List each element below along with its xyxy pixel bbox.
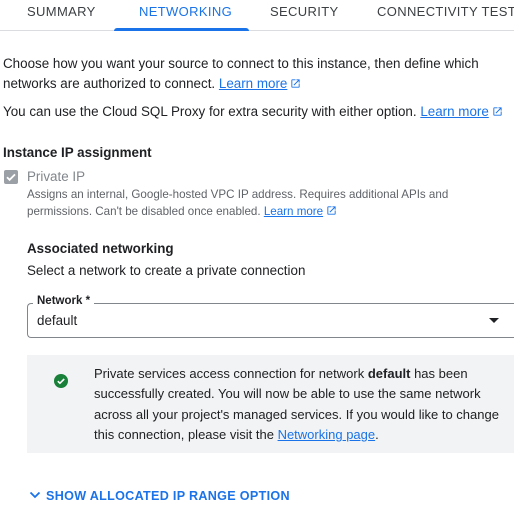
open-in-new-icon xyxy=(290,78,301,89)
associated-networking-title: Associated networking xyxy=(27,241,174,256)
network-select[interactable] xyxy=(27,303,514,338)
private-ip-help: Assigns an internal, Google-hosted VPC I… xyxy=(27,186,497,220)
network-field-label: Network * xyxy=(33,295,95,307)
ip-assignment-title: Instance IP assignment xyxy=(3,145,152,160)
tab-summary[interactable]: SUMMARY xyxy=(27,4,96,19)
proxy-text-body: You can use the Cloud SQL Proxy for extr… xyxy=(3,104,417,119)
notice-network-name: default xyxy=(367,366,411,381)
proxy-learn-more-link[interactable]: Learn more xyxy=(420,104,488,119)
tab-security[interactable]: SECURITY xyxy=(270,4,339,19)
show-allocated-ip-range-label: SHOW ALLOCATED IP RANGE OPTION xyxy=(46,489,290,503)
intro-text: Choose how you want your source to conne… xyxy=(3,54,483,94)
proxy-text: You can use the Cloud SQL Proxy for extr… xyxy=(3,102,513,122)
open-in-new-icon xyxy=(492,106,503,117)
private-ip-learn-more-link[interactable]: Learn more xyxy=(264,205,323,218)
show-allocated-ip-range-button[interactable]: SHOW ALLOCATED IP RANGE OPTION xyxy=(28,488,290,503)
networking-page-link[interactable]: Networking page xyxy=(278,427,376,442)
private-ip-checkbox[interactable] xyxy=(4,170,18,184)
check-icon xyxy=(6,173,16,182)
tab-connectivity-tests[interactable]: CONNECTIVITY TESTS xyxy=(377,4,514,19)
active-tab-indicator xyxy=(114,28,249,31)
private-ip-help-text: Assigns an internal, Google-hosted VPC I… xyxy=(27,188,449,218)
notice-text-end: . xyxy=(375,426,379,442)
associated-networking-subtitle: Select a network to create a private con… xyxy=(27,263,306,278)
chevron-down-icon xyxy=(29,491,41,499)
tab-networking[interactable]: NETWORKING xyxy=(139,4,232,19)
network-field-value: default xyxy=(37,313,78,328)
tab-bar: SUMMARY NETWORKING SECURITY CONNECTIVITY… xyxy=(0,0,514,31)
notice-text: Private services access connection for n… xyxy=(94,364,499,445)
private-ip-label: Private IP xyxy=(27,169,86,184)
notice-text-part: Private services access connection for n… xyxy=(94,366,368,381)
arrow-drop-down-icon[interactable] xyxy=(489,318,499,323)
check-circle-icon xyxy=(54,374,68,388)
open-in-new-icon xyxy=(326,205,337,216)
intro-learn-more-link[interactable]: Learn more xyxy=(219,76,287,91)
